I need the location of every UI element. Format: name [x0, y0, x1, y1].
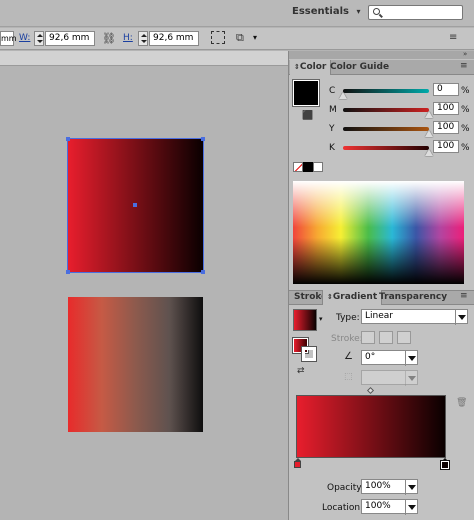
- collapse-dock-icon[interactable]: »: [463, 50, 467, 58]
- gradient-preview-swatch[interactable]: [293, 309, 317, 331]
- channel-slider[interactable]: [343, 127, 429, 131]
- panel-menu-icon[interactable]: ≡: [460, 291, 468, 301]
- width-label[interactable]: W:: [19, 33, 30, 43]
- channel-value-field[interactable]: 100: [433, 102, 459, 115]
- channel-label: C: [329, 86, 336, 96]
- angle-value: 0°: [365, 352, 376, 362]
- search-icon-handle: [379, 13, 383, 18]
- tab-color-guide[interactable]: Color Guide: [326, 60, 393, 75]
- chevron-down-icon: [405, 351, 417, 366]
- angle-field[interactable]: 0°: [361, 350, 418, 366]
- tab-color-label: Color: [299, 62, 327, 72]
- aspect-ratio-icon: ⬚: [344, 372, 353, 382]
- gradient-type-select[interactable]: Linear: [361, 309, 468, 325]
- chevron-down-icon: [455, 310, 467, 325]
- isolate-dropdown-icon[interactable]: ▾: [253, 33, 257, 42]
- width-stepper[interactable]: [34, 31, 44, 46]
- stroke-across-icon: [397, 331, 411, 344]
- gradient-square-faded[interactable]: [68, 297, 203, 432]
- black-swatch[interactable]: [303, 162, 313, 172]
- channel-label: K: [329, 143, 335, 153]
- link-proportions-icon[interactable]: ⛓: [102, 32, 116, 45]
- fill-swatch[interactable]: [292, 79, 320, 107]
- document-tab-strip: [0, 51, 288, 66]
- stroke-along-icon: [379, 331, 393, 344]
- angle-icon: ∠: [344, 351, 353, 362]
- channel-slider-thumb[interactable]: [425, 111, 433, 118]
- channel-slider-thumb[interactable]: [339, 92, 347, 99]
- percent-label: %: [461, 86, 470, 96]
- color-spectrum[interactable]: [293, 181, 464, 284]
- swap-colors-icon[interactable]: ⇄: [297, 366, 305, 376]
- tab-gradient[interactable]: ⇕Gradient: [322, 290, 383, 305]
- stroke-within-icon: [361, 331, 375, 344]
- opacity-field[interactable]: 100%: [361, 479, 418, 495]
- percent-label: %: [461, 124, 470, 134]
- chevron-down-icon: [405, 371, 417, 386]
- none-swatch[interactable]: [293, 162, 303, 172]
- tab-gradient-label: Gradient: [332, 292, 378, 302]
- selection-handle[interactable]: [66, 137, 70, 141]
- location-field[interactable]: 100%: [361, 499, 418, 515]
- chevron-down-icon: [405, 480, 417, 495]
- selection-handle[interactable]: [201, 137, 205, 141]
- workspace-label: Essentials: [292, 6, 349, 17]
- unit-field-partial[interactable]: mm: [0, 31, 17, 46]
- location-label: Location:: [322, 503, 364, 513]
- selection-handle[interactable]: [66, 270, 70, 274]
- search-field[interactable]: [368, 5, 463, 20]
- chevron-down-icon[interactable]: ▾: [319, 315, 323, 323]
- tab-transparency-label: Transparency: [379, 292, 448, 302]
- out-of-web-warning-icon[interactable]: ⬛: [302, 111, 313, 121]
- channel-label: Y: [329, 124, 335, 134]
- percent-label: %: [461, 105, 470, 115]
- trash-icon[interactable]: 🗑: [456, 398, 467, 408]
- channel-value-field[interactable]: 100: [433, 121, 459, 134]
- search-input[interactable]: [385, 7, 459, 18]
- percent-label: %: [461, 143, 470, 153]
- panel-menu-icon[interactable]: ≡: [460, 61, 468, 71]
- channel-value-field[interactable]: 100: [433, 140, 459, 153]
- height-stepper[interactable]: [138, 31, 148, 46]
- stroke-label: Stroke:: [331, 334, 363, 344]
- opacity-value: 100%: [365, 481, 391, 491]
- chevron-down-icon: ▾: [356, 7, 361, 16]
- opacity-label: Opacity:: [327, 483, 364, 493]
- dock-header: [289, 51, 474, 59]
- channel-slider[interactable]: [343, 108, 429, 112]
- height-label[interactable]: H:: [123, 33, 133, 43]
- tab-transparency[interactable]: Transparency: [375, 290, 451, 305]
- location-value: 100%: [365, 501, 391, 511]
- fill-stroke-indicator[interactable]: [292, 337, 317, 362]
- gradient-slider[interactable]: [296, 395, 446, 458]
- channel-slider-thumb[interactable]: [425, 149, 433, 156]
- gradient-type-value: Linear: [365, 311, 393, 321]
- height-field[interactable]: 92,6 mm: [149, 31, 199, 46]
- tab-color-guide-label: Color Guide: [330, 62, 390, 72]
- channel-value-field[interactable]: 0: [433, 83, 459, 96]
- aspect-ratio-field: [361, 370, 418, 386]
- channel-label: M: [329, 105, 337, 115]
- channel-slider[interactable]: [343, 89, 429, 93]
- type-label: Type:: [336, 313, 360, 323]
- transform-icon[interactable]: [211, 31, 225, 44]
- selection-handle[interactable]: [201, 270, 205, 274]
- workspace-switcher[interactable]: Essentials ▾: [292, 6, 360, 17]
- panel-menu-icon[interactable]: ≡: [449, 32, 457, 43]
- selection-center-point[interactable]: [133, 203, 137, 207]
- gradient-stop-end[interactable]: [440, 458, 450, 470]
- channel-slider[interactable]: [343, 146, 429, 150]
- gradient-stop-start[interactable]: [294, 458, 301, 469]
- white-swatch[interactable]: [313, 162, 323, 172]
- isolate-icon[interactable]: ⧉: [236, 31, 244, 45]
- channel-slider-thumb[interactable]: [425, 130, 433, 137]
- chevron-down-icon: [405, 500, 417, 515]
- width-field[interactable]: 92,6 mm: [45, 31, 95, 46]
